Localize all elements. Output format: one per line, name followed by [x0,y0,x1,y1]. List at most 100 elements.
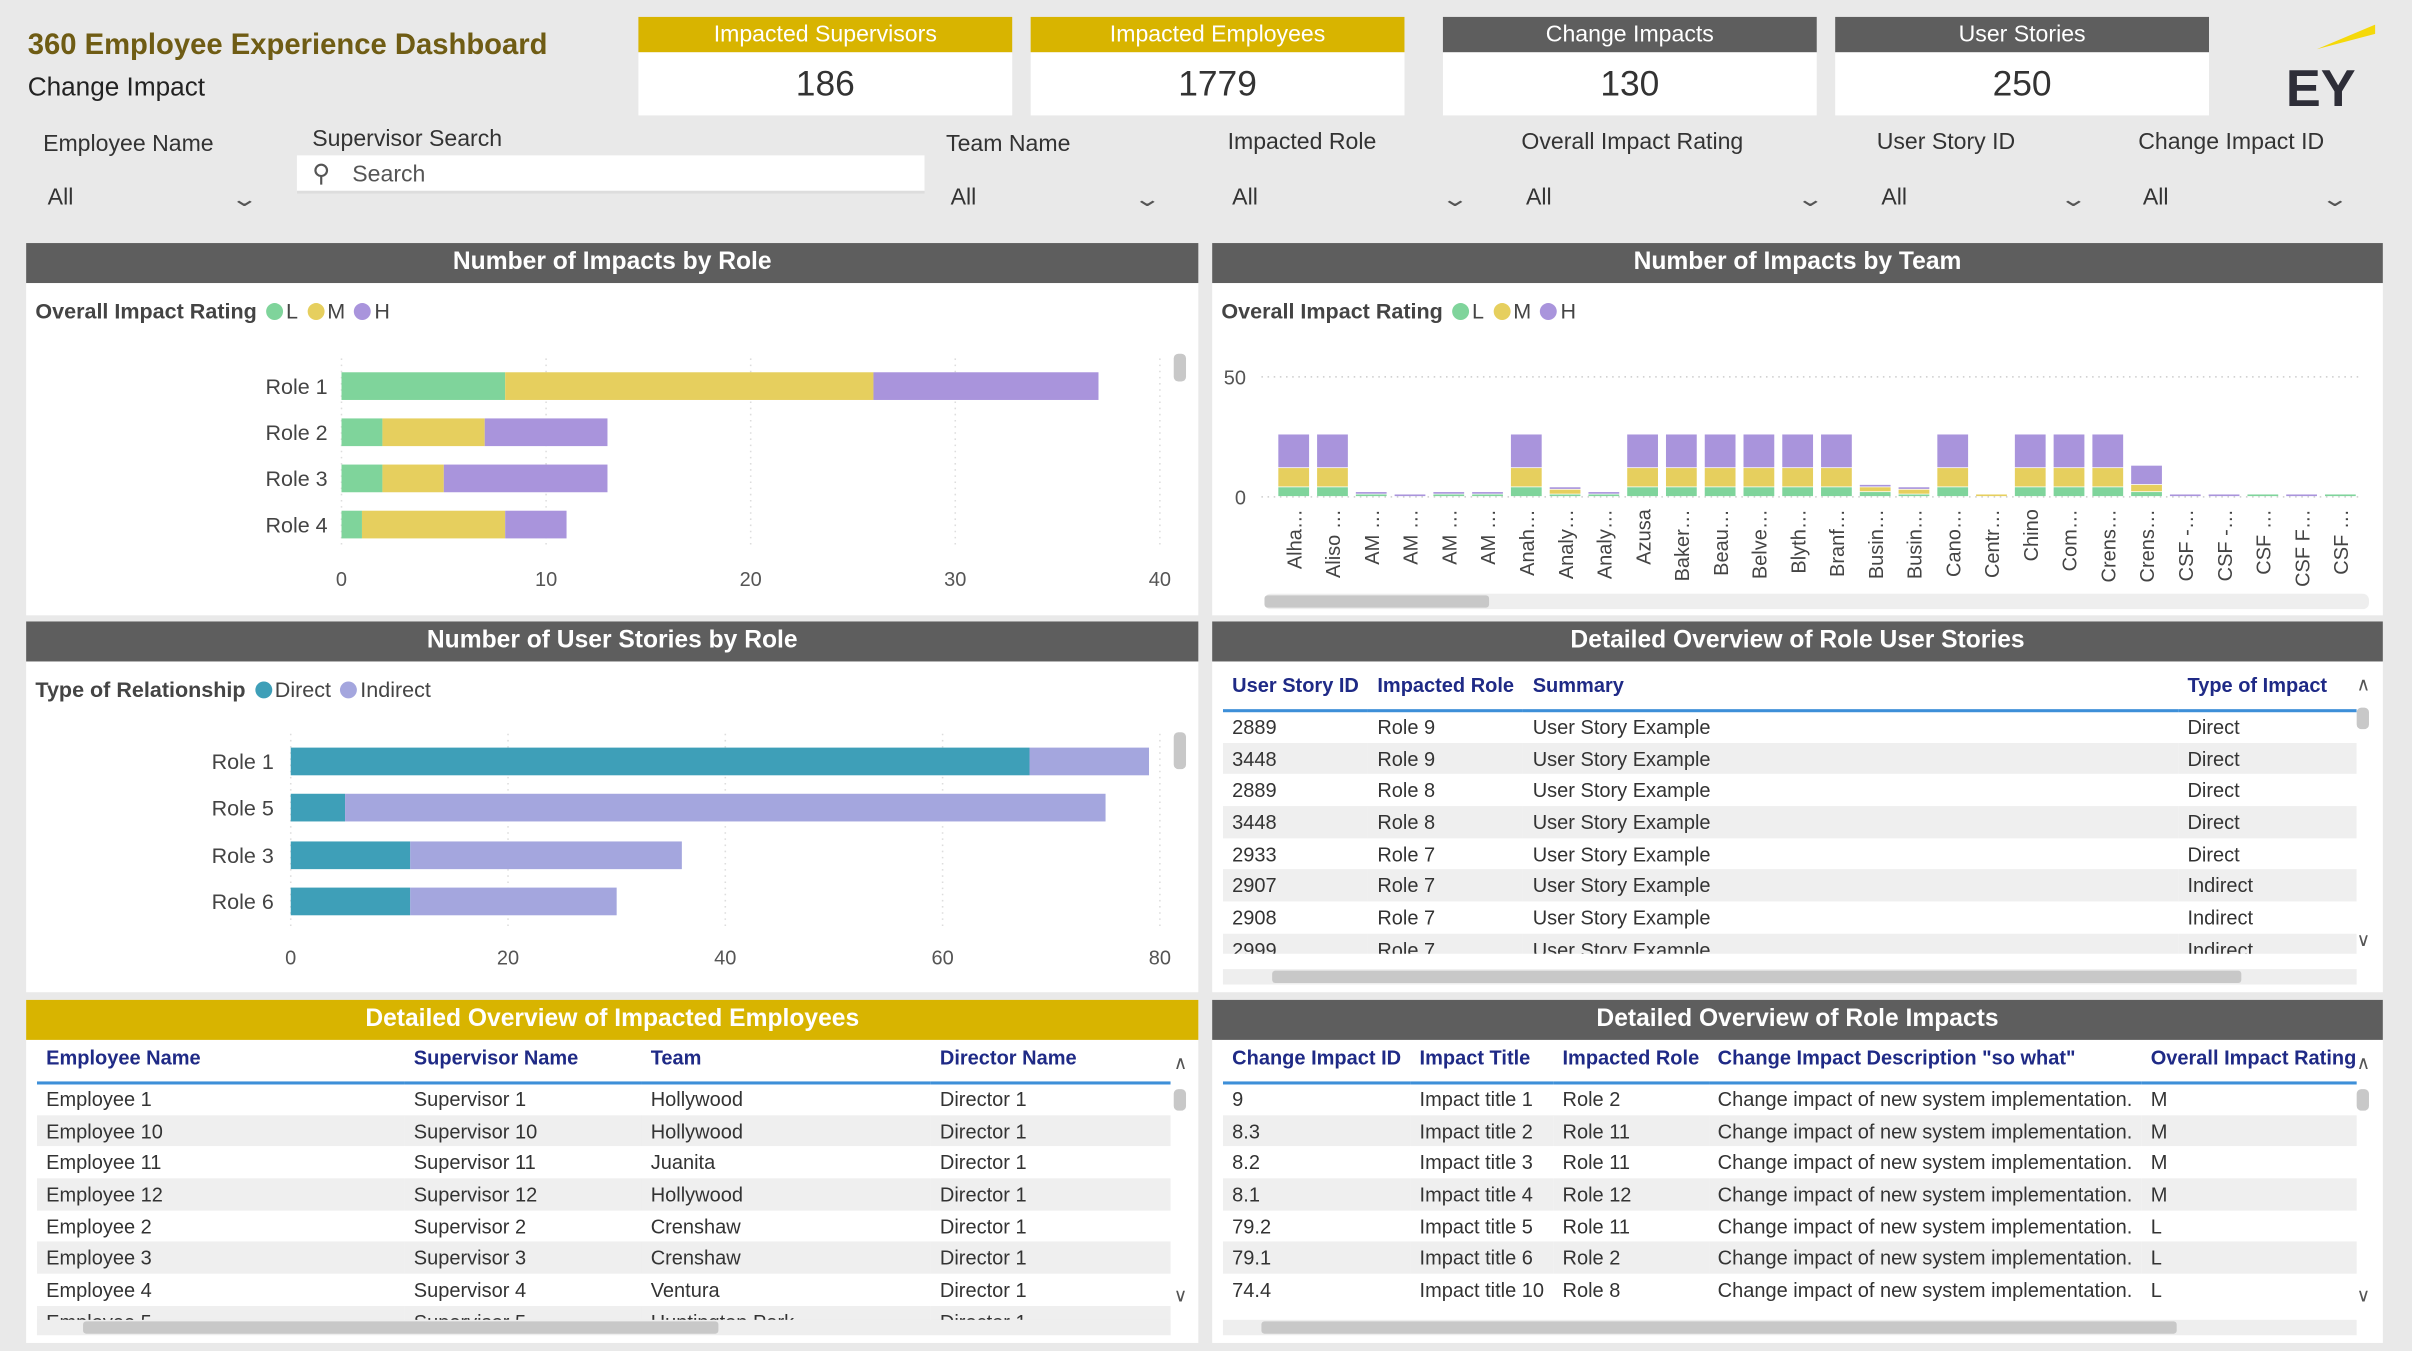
table-row[interactable]: 2907 Role 7 User Story Example Indirect [1222,869,2357,902]
bar-segment-l[interactable] [1510,487,1542,497]
horizontal-scrollbar[interactable] [1222,969,2357,985]
column-header[interactable]: Change Impact Description "so what" [1708,1039,2142,1085]
bar-segment-m[interactable] [1278,468,1310,487]
bar-segment-h[interactable] [2131,465,2162,485]
table-row[interactable]: 2889 Role 8 User Story Example Direct [1223,774,2357,806]
scrollbar[interactable] [1173,732,1187,770]
column-header[interactable]: Impacted Role [1553,1039,1709,1085]
bar-segment-l[interactable] [1937,487,1969,497]
column-header[interactable]: Employee Name [36,1039,405,1085]
table-row[interactable]: 3448 Role 8 User Story Example Direct [1222,806,2357,838]
bar-segment-m[interactable] [1510,468,1542,487]
bar-segment-l[interactable] [1278,487,1310,497]
bar-segment-l[interactable] [1898,494,1930,497]
bar-segment-l[interactable] [2247,494,2279,497]
bar-segment-l[interactable] [1627,487,1658,497]
table-row[interactable]: 2933 Role 7 User Story Example Direct [1223,838,2357,870]
bar-segment-direct[interactable] [290,747,1030,776]
bar-segment-h[interactable] [2053,434,2085,468]
bar-segment-h[interactable] [1317,434,1348,468]
column-header[interactable]: Summary [1523,667,2179,713]
table-row[interactable]: 79.1 Impact title 6 Role 2 Change impact of… [1222,1242,2357,1274]
column-header[interactable]: Overall Impact Rating [2141,1039,2357,1085]
bar-segment-m[interactable] [1782,468,1814,487]
bar-segment-m[interactable] [382,418,485,447]
bar-segment-h[interactable] [1665,434,1697,468]
scroll-up-icon[interactable]: ∧ [2357,674,2371,696]
bar-segment-direct[interactable] [290,887,411,916]
bar-segment-direct[interactable] [290,793,346,822]
table-row[interactable]: Employee 11 Supervisor 11 Juanita Director … [37,1147,1171,1179]
employee-name-dropdown[interactable]: All ⌄ [40,174,263,223]
bar-segment-h[interactable] [1627,434,1658,468]
bar-segment-h[interactable] [1510,434,1542,468]
table-row[interactable]: 79.2 Impact title 5 Role 11 Change impact o… [1223,1210,2357,1242]
bar-segment-h[interactable] [2208,494,2240,497]
scrollbar[interactable] [2356,1089,2369,1111]
bar-segment-m[interactable] [1898,489,1930,494]
table-row[interactable]: 74.4 Impact title 10 Role 8 Change impact o… [1223,1274,2357,1306]
bar-segment-indirect[interactable] [410,841,682,870]
bar-segment-l[interactable] [1859,492,1891,497]
column-header[interactable]: Change Impact ID [1222,1039,1411,1085]
bar-segment-indirect[interactable] [1029,747,1150,776]
table-row[interactable]: 9 Impact title 1 Role 2 Change impact of ne… [1223,1083,2357,1115]
bar-segment-h[interactable] [1433,492,1465,494]
horizontal-scrollbar[interactable] [1264,593,2369,610]
bar-segment-direct[interactable] [290,841,411,870]
bar-segment-l[interactable] [1588,494,1620,497]
bar-segment-h[interactable] [2092,434,2124,468]
table-row[interactable]: Employee 12 Supervisor 12 Hollywood Directo… [36,1178,1171,1211]
bar-segment-m[interactable] [1665,468,1697,487]
bar-segment-l[interactable] [2324,494,2356,497]
bar-segment-l[interactable] [1665,487,1697,497]
bar-segment-m[interactable] [2014,468,2046,487]
bar-segment-m[interactable] [2131,484,2162,492]
bar-segment-h[interactable] [443,464,608,493]
bar-segment-l[interactable] [1821,487,1852,497]
bar-segment-l[interactable] [341,510,362,539]
scrollbar-thumb[interactable] [1264,595,1490,608]
bar-segment-l[interactable] [2053,487,2085,497]
table-row[interactable]: Employee 4 Supervisor 4 Ventura Director 1 [37,1274,1171,1306]
bar-segment-h[interactable] [2169,494,2201,497]
bar-segment-indirect[interactable] [410,887,617,916]
table-row[interactable]: 8.2 Impact title 3 Role 11 Change impact of… [1223,1147,2357,1179]
bar-segment-m[interactable] [382,464,444,493]
table-row[interactable]: Employee 3 Supervisor 3 Crenshaw Director 1 [36,1242,1171,1274]
bar-segment-h[interactable] [1898,487,1930,489]
bar-segment-m[interactable] [1627,468,1658,487]
supervisor-search-input[interactable]: ⚲ Search [296,155,925,194]
bar-segment-indirect[interactable] [345,793,1106,822]
bar-segment-m[interactable] [1821,468,1852,487]
bar-segment-h[interactable] [1859,484,1891,487]
change-impact-id-dropdown[interactable]: All ⌄ [2135,174,2353,223]
scrollbar[interactable] [1173,1089,1187,1111]
table-row[interactable]: 8.1 Impact title 4 Role 12 Change impact of… [1222,1178,2357,1211]
bar-segment-l[interactable] [1433,494,1465,497]
bar-segment-h[interactable] [2014,434,2046,468]
scroll-down-icon[interactable]: ∨ [1174,1284,1188,1306]
bar-segment-h[interactable] [1743,434,1775,468]
scroll-up-icon[interactable]: ∧ [2357,1052,2371,1074]
horizontal-scrollbar[interactable] [1222,1319,2357,1336]
bar-segment-h[interactable] [1782,434,1814,468]
bar-segment-h[interactable] [505,510,567,539]
user-story-id-dropdown[interactable]: All ⌄ [1874,174,2092,223]
bar-segment-l[interactable] [1317,487,1348,497]
scrollbar[interactable] [1173,353,1187,382]
bar-segment-h[interactable] [2286,494,2317,497]
bar-segment-l[interactable] [2014,487,2046,497]
table-row[interactable]: 2908 Role 7 User Story Example Indirect [1223,902,2357,934]
scroll-down-icon[interactable]: ∨ [2357,929,2371,951]
table-row[interactable]: Employee 1 Supervisor 1 Hollywood Director … [37,1083,1171,1115]
bar-segment-l[interactable] [1355,494,1387,497]
scroll-down-icon[interactable]: ∨ [2357,1284,2371,1306]
bar-segment-m[interactable] [1937,468,1969,487]
bar-segment-m[interactable] [1704,468,1736,487]
column-header[interactable]: Director Name [930,1039,1171,1085]
column-header[interactable]: Impacted Role [1368,667,1524,713]
scrollbar-thumb[interactable] [1272,970,2242,983]
table-row[interactable]: 8.3 Impact title 2 Role 11 Change impact of… [1222,1114,2357,1147]
bar-segment-m[interactable] [505,372,874,400]
